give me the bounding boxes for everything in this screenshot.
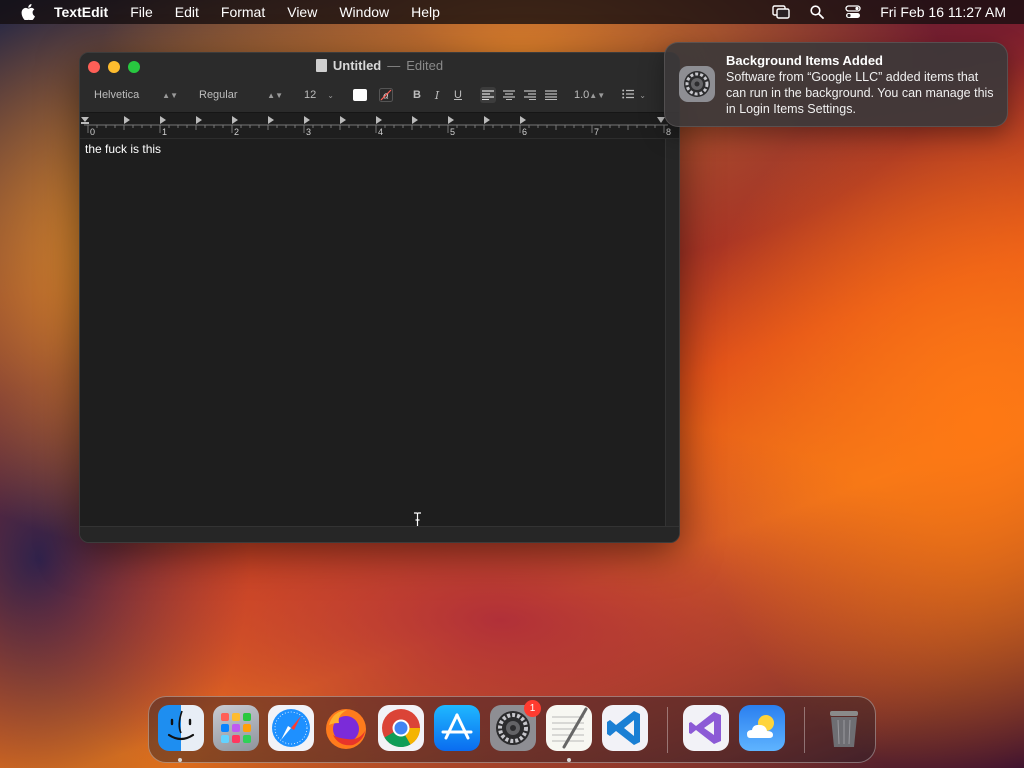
- align-center-icon[interactable]: [501, 87, 517, 103]
- notification-title: Background Items Added: [726, 53, 883, 68]
- dock-separator: [804, 707, 805, 753]
- ruler-label: 5: [450, 127, 456, 137]
- tab-stop-marker[interactable]: [124, 116, 130, 124]
- line-spacing-select[interactable]: 1.0 ▲▼: [568, 85, 606, 105]
- ruler-label: 3: [306, 127, 312, 137]
- trash-icon[interactable]: [821, 705, 867, 751]
- font-style-select[interactable]: Regular ▲▼: [193, 85, 289, 105]
- left-indent-marker[interactable]: [81, 122, 89, 124]
- menu-edit[interactable]: Edit: [175, 4, 199, 20]
- ruler-label: 2: [234, 127, 240, 137]
- line-spacing-value: 1.0: [574, 89, 590, 101]
- tab-stop-marker[interactable]: [448, 116, 454, 124]
- tab-stop-marker[interactable]: [304, 116, 310, 124]
- align-right-icon[interactable]: [522, 87, 538, 103]
- menu-view[interactable]: View: [287, 4, 317, 20]
- underline-button[interactable]: U: [451, 87, 465, 103]
- screen-mirroring-icon[interactable]: [772, 3, 790, 21]
- font-size-value: 12: [304, 89, 317, 101]
- chrome-icon[interactable]: [378, 705, 424, 751]
- ruler[interactable]: 0 1 2 3 4 5 6 7 8: [80, 113, 679, 139]
- notification-body: Software from “Google LLC” added items t…: [726, 70, 994, 116]
- document-text-area[interactable]: the fuck is this: [80, 139, 666, 528]
- notification-badge: 1: [524, 700, 541, 717]
- align-left-icon[interactable]: [480, 87, 496, 103]
- ruler-label: 1: [162, 127, 168, 137]
- ruler-label: 8: [666, 127, 672, 137]
- select-arrows-icon: ▲▼: [267, 90, 283, 100]
- menu-file[interactable]: File: [130, 4, 153, 20]
- textedit-icon[interactable]: [546, 705, 592, 751]
- chevron-down-icon: ⌄: [327, 90, 334, 100]
- tab-stop-marker[interactable]: [520, 116, 526, 124]
- tab-stop-marker[interactable]: [412, 116, 418, 124]
- list-style-select[interactable]: ⌄: [616, 85, 652, 105]
- spotlight-search-icon[interactable]: [808, 3, 826, 21]
- document-title[interactable]: Untitled: [333, 58, 381, 73]
- app-store-icon[interactable]: [434, 705, 480, 751]
- document-icon[interactable]: [315, 59, 327, 72]
- menu-help[interactable]: Help: [411, 4, 440, 20]
- menubar-clock[interactable]: Fri Feb 16 11:27 AM: [880, 4, 1006, 20]
- ruler-label: 6: [522, 127, 528, 137]
- italic-button[interactable]: I: [430, 87, 444, 103]
- running-indicator: [178, 758, 182, 762]
- ruler-label: 7: [594, 127, 600, 137]
- menu-format[interactable]: Format: [221, 4, 265, 20]
- menu-bar: TextEdit File Edit Format View Window He…: [0, 0, 1024, 24]
- format-bar: Helvetica ▲▼ Regular ▲▼ 12 ⌄ a B I U 1.0…: [80, 85, 679, 107]
- system-settings-icon: [678, 65, 716, 103]
- control-center-icon[interactable]: [844, 3, 862, 21]
- finder-icon[interactable]: [158, 705, 204, 751]
- document-text[interactable]: the fuck is this: [85, 142, 161, 156]
- launchpad-icon[interactable]: [213, 705, 259, 751]
- notification-banner[interactable]: Background Items Added Software from “Go…: [664, 42, 1008, 127]
- font-family-value: Helvetica: [94, 89, 140, 101]
- font-size-select[interactable]: 12 ⌄: [298, 85, 340, 105]
- apple-menu-icon[interactable]: [18, 2, 38, 22]
- right-indent-marker[interactable]: [657, 117, 665, 123]
- tab-stop-marker[interactable]: [160, 116, 166, 124]
- tab-stop-marker[interactable]: [340, 116, 346, 124]
- tab-stop-marker[interactable]: [196, 116, 202, 124]
- font-family-select[interactable]: Helvetica ▲▼: [88, 85, 184, 105]
- vscode-icon[interactable]: [602, 705, 648, 751]
- select-arrows-icon: ▲▼: [589, 90, 606, 100]
- safari-icon[interactable]: [268, 705, 314, 751]
- dock-separator: [667, 707, 668, 753]
- window-titlebar[interactable]: Untitled — Edited Helvetica ▲▼ Regular ▲…: [80, 53, 679, 113]
- dock: 1: [148, 696, 876, 763]
- tab-stop-marker[interactable]: [376, 116, 382, 124]
- menubar-status-area: Fri Feb 16 11:27 AM: [772, 0, 1006, 24]
- tab-stop-marker[interactable]: [268, 116, 274, 124]
- ruler-label: 0: [90, 127, 96, 137]
- system-settings-dock-icon[interactable]: 1: [490, 700, 541, 751]
- menu-window[interactable]: Window: [339, 4, 389, 20]
- highlight-color-icon[interactable]: a: [378, 87, 394, 103]
- menu-app-name[interactable]: TextEdit: [54, 4, 108, 20]
- title-separator: —: [387, 58, 401, 73]
- tab-stop-marker[interactable]: [484, 116, 490, 124]
- running-indicator: [567, 758, 571, 762]
- weather-icon[interactable]: [739, 705, 785, 751]
- font-style-value: Regular: [199, 89, 238, 101]
- window-title: Untitled — Edited: [80, 58, 679, 73]
- ruler-label: 4: [378, 127, 384, 137]
- vertical-scrollbar[interactable]: [665, 139, 679, 527]
- textedit-window: Untitled — Edited Helvetica ▲▼ Regular ▲…: [79, 52, 680, 543]
- first-line-indent-marker[interactable]: [81, 117, 89, 122]
- tab-stop-marker[interactable]: [232, 116, 238, 124]
- justify-icon[interactable]: [543, 87, 559, 103]
- select-arrows-icon: ▲▼: [162, 90, 178, 100]
- chevron-down-icon: ⌄: [639, 90, 646, 100]
- text-color-well[interactable]: [353, 89, 367, 101]
- visual-studio-icon[interactable]: [683, 705, 729, 751]
- horizontal-scrollbar[interactable]: [80, 526, 679, 542]
- bold-button[interactable]: B: [410, 87, 424, 103]
- edited-status: Edited: [406, 58, 444, 73]
- bullet-list-icon: [622, 89, 634, 102]
- firefox-icon[interactable]: [323, 705, 369, 751]
